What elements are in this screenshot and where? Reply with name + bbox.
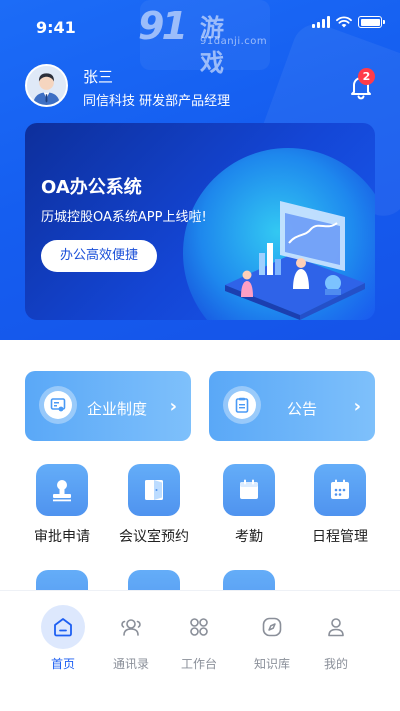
door-icon bbox=[128, 464, 180, 516]
user-org: 同信科技 研发部产品经理 bbox=[83, 94, 231, 109]
quick-link-policies[interactable]: 企业制度 › bbox=[25, 371, 191, 441]
stamp-icon bbox=[36, 464, 88, 516]
watermark-url: 91danji.com bbox=[200, 36, 268, 47]
tab-label: 通讯录 bbox=[112, 657, 149, 671]
tab-contacts[interactable]: 通讯录 bbox=[96, 605, 166, 672]
quick-link-label: 企业制度 bbox=[87, 400, 148, 418]
tab-label: 我的 bbox=[323, 657, 348, 671]
feature-schedule[interactable]: 日程管理 bbox=[298, 464, 382, 546]
bottom-tab-bar: 首页 通讯录 工作台 知识库 我的 bbox=[0, 590, 400, 711]
certificate-icon bbox=[39, 386, 77, 424]
avatar[interactable] bbox=[25, 64, 68, 107]
chevron-right-icon: › bbox=[353, 396, 361, 417]
banner-button[interactable]: 办公高效便捷 bbox=[41, 240, 157, 272]
tab-label: 工作台 bbox=[180, 657, 217, 671]
tab-mine[interactable]: 我的 bbox=[301, 605, 371, 672]
avatar-icon bbox=[27, 66, 66, 105]
feature-label: 考勤 bbox=[235, 529, 263, 545]
system-icons bbox=[312, 16, 385, 28]
battery-icon bbox=[358, 16, 385, 28]
watermark-logo: 91 游戏 91danji.com bbox=[138, 4, 267, 77]
feature-meeting-room[interactable]: 会议室预约 bbox=[112, 464, 196, 546]
office-dashboard-illustration bbox=[225, 201, 365, 320]
quick-link-label: 公告 bbox=[287, 400, 318, 418]
tab-knowledge[interactable]: 知识库 bbox=[237, 605, 307, 672]
feature-approval[interactable]: 审批申请 bbox=[20, 464, 104, 546]
home-icon bbox=[41, 605, 85, 649]
chevron-right-icon: › bbox=[169, 396, 177, 417]
user-profile[interactable]: 张三 同信科技 研发部产品经理 2 bbox=[25, 64, 375, 109]
contacts-icon bbox=[109, 605, 153, 649]
compass-icon bbox=[250, 605, 294, 649]
feature-attendance[interactable]: 考勤 bbox=[207, 464, 291, 546]
schedule-icon bbox=[314, 464, 366, 516]
signal-icon bbox=[312, 16, 330, 28]
feature-label: 审批申请 bbox=[34, 529, 90, 545]
document-icon bbox=[223, 386, 261, 424]
user-name: 张三 bbox=[83, 68, 114, 86]
notification-button[interactable]: 2 bbox=[349, 68, 375, 100]
user-icon bbox=[314, 605, 358, 649]
workbench-icon bbox=[177, 605, 221, 649]
status-bar: 9:41 91 游戏 91danji.com bbox=[0, 0, 400, 77]
tab-label: 知识库 bbox=[253, 657, 290, 671]
tab-workbench[interactable]: 工作台 bbox=[164, 605, 234, 672]
notification-badge: 2 bbox=[358, 68, 375, 85]
calendar-icon bbox=[223, 464, 275, 516]
tab-label: 首页 bbox=[50, 657, 75, 671]
watermark-number: 91 bbox=[138, 4, 188, 48]
banner-title: OA办公系统 bbox=[41, 177, 142, 198]
status-time: 9:41 bbox=[36, 18, 76, 37]
tab-home[interactable]: 首页 bbox=[28, 605, 98, 672]
banner-subtitle: 历城控股OA系统APP上线啦! bbox=[41, 210, 207, 225]
feature-label: 日程管理 bbox=[312, 529, 368, 545]
feature-label: 会议室预约 bbox=[119, 529, 189, 545]
promo-banner[interactable]: OA办公系统 历城控股OA系统APP上线啦! 办公高效便捷 bbox=[25, 123, 375, 320]
wifi-icon bbox=[336, 16, 352, 28]
quick-link-announcements[interactable]: 公告 › bbox=[209, 371, 375, 441]
